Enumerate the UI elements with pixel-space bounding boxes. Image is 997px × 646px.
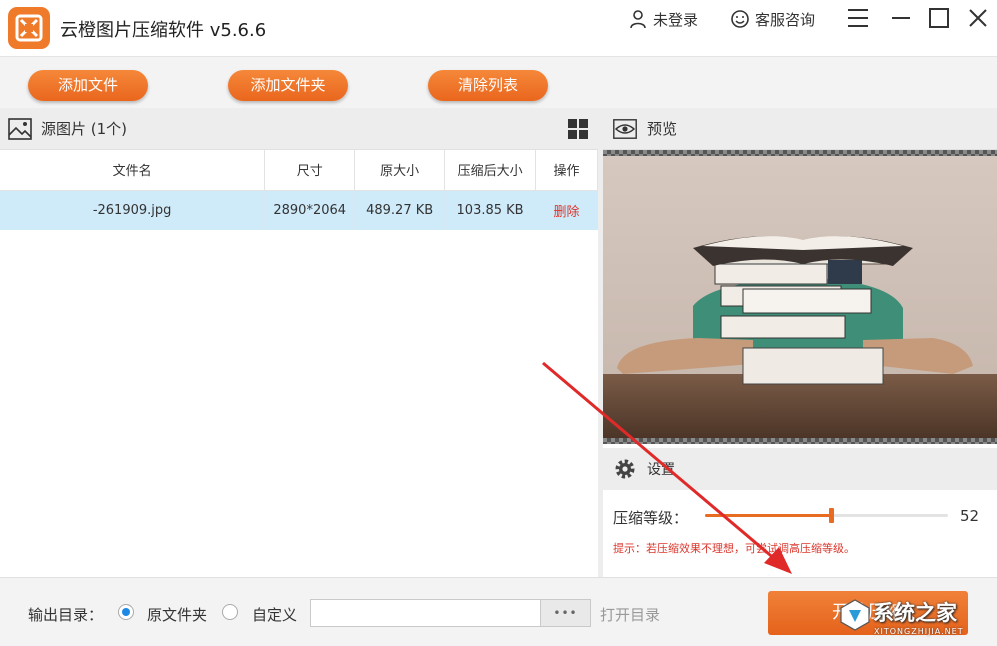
cell-dimensions: 2890*2064	[264, 190, 356, 230]
login-link[interactable]: 未登录	[628, 8, 698, 30]
menu-icon[interactable]	[846, 6, 870, 30]
column-header-action: 操作	[535, 150, 598, 191]
radio-original-folder[interactable]	[118, 604, 134, 620]
preview-area	[603, 150, 997, 444]
title-bar: 云橙图片压缩软件 v5.6.6 未登录 客服咨询	[0, 0, 997, 56]
radio-custom-label[interactable]: 自定义	[252, 604, 297, 625]
watermark-logo-icon	[840, 599, 870, 631]
minimize-icon[interactable]	[889, 6, 913, 30]
watermark-subtext: XITONGZHIJIA.NET	[874, 627, 964, 636]
app-logo-icon	[8, 7, 50, 49]
grid-view-icon[interactable]	[568, 119, 588, 139]
gear-icon	[615, 459, 635, 479]
browse-button[interactable]: •••	[540, 599, 591, 627]
output-path-input[interactable]	[310, 599, 541, 627]
compression-level-value: 52	[960, 507, 980, 525]
open-directory-link[interactable]: 打开目录	[600, 604, 660, 625]
add-folder-button[interactable]: 添加文件夹	[228, 70, 348, 101]
cell-file-name: -261909.jpg	[0, 190, 266, 230]
table-header-row: 文件名 尺寸 原大小 压缩后大小 操作	[0, 150, 598, 191]
preview-image	[603, 156, 997, 438]
source-panel-header: 源图片 (1个)	[0, 108, 598, 150]
column-header-compressed: 压缩后大小	[444, 150, 537, 191]
preview-title: 预览	[647, 120, 678, 138]
add-file-button[interactable]: 添加文件	[28, 70, 148, 101]
table-row[interactable]: -261909.jpg 2890*2064 489.27 KB 103.85 K…	[0, 190, 598, 230]
output-dir-label: 输出目录：	[28, 606, 104, 624]
source-panel-title: 源图片 (1个)	[41, 120, 128, 138]
app-title: 云橙图片压缩软件 v5.6.6	[60, 20, 267, 41]
watermark-text: 系统之家	[873, 601, 957, 625]
smile-icon	[731, 10, 749, 28]
cell-original-size: 489.27 KB	[354, 190, 446, 230]
support-label: 客服咨询	[755, 10, 816, 29]
clear-list-button[interactable]: 清除列表	[428, 70, 548, 101]
watermark: 系统之家 XITONGZHIJIA.NET	[838, 592, 994, 640]
column-header-original: 原大小	[354, 150, 446, 191]
user-icon	[630, 10, 646, 29]
slider-fill	[705, 514, 831, 517]
eye-icon	[613, 118, 637, 139]
settings-title: 设置	[647, 462, 675, 478]
preview-panel-header: 预览	[603, 108, 997, 150]
close-icon[interactable]	[966, 6, 990, 30]
settings-panel-header: 设置	[603, 448, 997, 490]
maximize-icon[interactable]	[927, 6, 951, 30]
column-header-name: 文件名	[0, 150, 266, 191]
radio-original-folder-label[interactable]: 原文件夹	[147, 604, 207, 625]
cell-compressed-size: 103.85 KB	[444, 190, 537, 230]
file-table: 文件名 尺寸 原大小 压缩后大小 操作 -261909.jpg 2890*206…	[0, 150, 598, 230]
image-icon	[8, 117, 32, 140]
compression-level-slider[interactable]	[705, 508, 948, 523]
compression-level-label: 压缩等级：	[613, 509, 689, 527]
radio-custom[interactable]	[222, 604, 238, 620]
compression-hint: 提示：若压缩效果不理想，可尝试调高压缩等级。	[613, 542, 855, 555]
slider-thumb[interactable]	[829, 508, 834, 523]
delete-link[interactable]: 删除	[535, 190, 598, 230]
toolbar: 添加文件 添加文件夹 清除列表	[0, 56, 997, 108]
column-header-size: 尺寸	[264, 150, 356, 191]
login-label: 未登录	[653, 10, 699, 29]
support-link[interactable]: 客服咨询	[730, 8, 815, 30]
